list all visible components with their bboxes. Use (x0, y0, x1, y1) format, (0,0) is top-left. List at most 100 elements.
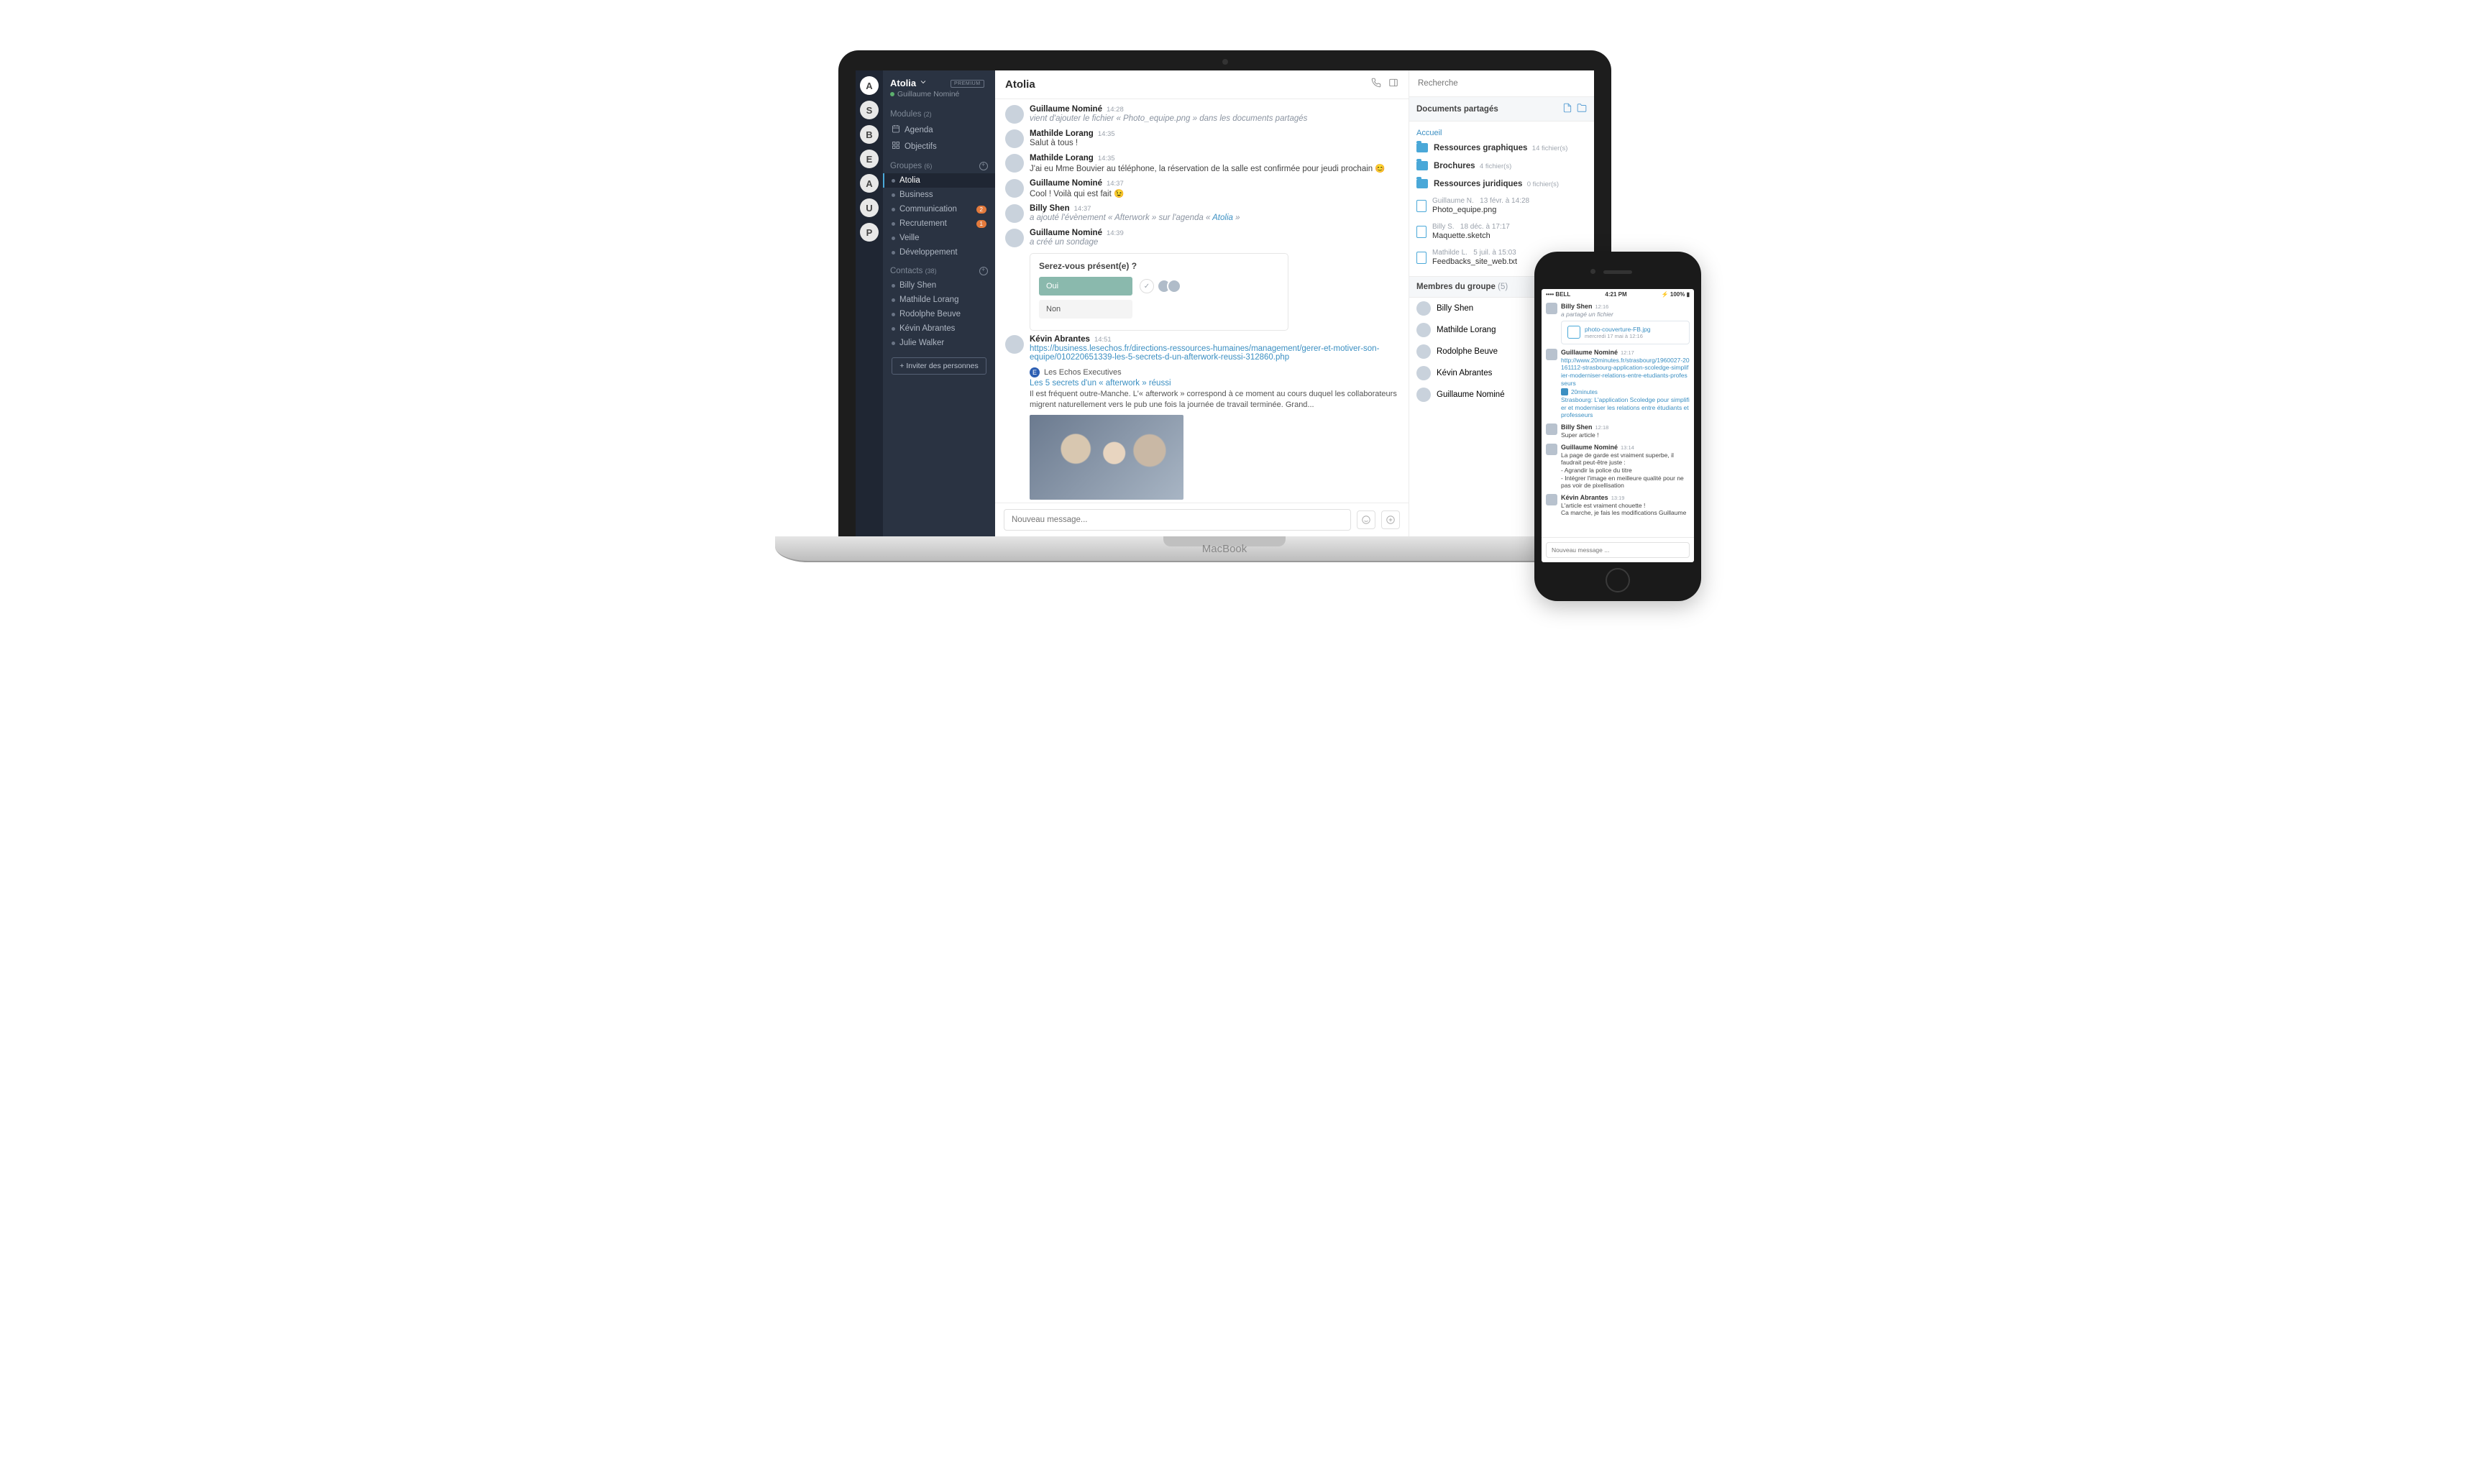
poll-card: Serez-vous présent(e) ?Oui✓Non (1030, 253, 1288, 331)
current-user: Guillaume Nominé (890, 90, 988, 99)
sidebar-group-item[interactable]: Atolia (883, 173, 995, 188)
sidebar-contact-item[interactable]: Kévin Abrantes (883, 321, 995, 336)
workspace-avatar[interactable]: P (860, 223, 879, 242)
macbook-frame: ASBEAUP Atolia Guillaume Nominé PREMIUM … (838, 50, 1611, 562)
chat-message: Mathilde Lorang14:35Salut à tous ! (1005, 129, 1398, 148)
avatar (1005, 154, 1024, 173)
folder-icon (1416, 179, 1428, 188)
message-input[interactable] (1004, 509, 1351, 531)
sidebar-contact-item[interactable]: Rodolphe Beuve (883, 307, 995, 321)
sidebar-contact-item[interactable]: Billy Shen (883, 278, 995, 293)
folder-item[interactable]: Ressources juridiques 0 fichier(s) (1416, 175, 1587, 193)
sidebar-contact-item[interactable]: Mathilde Lorang (883, 293, 995, 307)
avatar (1416, 344, 1431, 359)
file-icon (1416, 226, 1427, 238)
avatar (1546, 303, 1557, 314)
avatar (1005, 179, 1024, 198)
chat-message: Mathilde Lorang14:35J'ai eu Mme Bouvier … (1005, 154, 1398, 173)
workspace-avatar[interactable]: B (860, 125, 879, 144)
folder-item[interactable]: Brochures 4 fichier(s) (1416, 157, 1587, 175)
phone-chat-message: Billy Shen12:18Super article ! (1546, 423, 1690, 439)
link-preview-image (1030, 415, 1183, 500)
file-icon (1416, 200, 1427, 212)
add-contact-icon[interactable] (979, 267, 988, 275)
chat-message: Kévin Abrantes14:51https://business.lese… (1005, 335, 1398, 362)
avatar (1546, 349, 1557, 360)
chat-message: Guillaume Nominé14:28vient d'ajouter le … (1005, 105, 1398, 124)
phone-file-card[interactable]: photo-couverture-FB.jpgmercredi 17 mai à… (1561, 321, 1690, 344)
module-icon (892, 141, 900, 152)
folder-icon (1416, 143, 1428, 152)
chat-message: Guillaume Nominé14:37Cool ! Voilà qui es… (1005, 179, 1398, 198)
add-group-icon[interactable] (979, 162, 988, 170)
sidebar-group-item[interactable]: Développement (883, 245, 995, 260)
sidebar-section-contacts[interactable]: Contacts (38) (883, 260, 995, 278)
sidebar-group-item[interactable]: Business (883, 188, 995, 202)
avatar (1005, 204, 1024, 223)
file-item[interactable]: Guillaume N. 13 févr. à 14:28Photo_equip… (1416, 193, 1587, 219)
poll-option[interactable]: Oui (1039, 277, 1132, 296)
phone-status-bar: •••• BELL 4:21 PM ⚡ 100% ▮ (1542, 289, 1694, 300)
sidebar-group-item[interactable]: Veille (883, 231, 995, 245)
poll-check-icon[interactable]: ✓ (1140, 279, 1154, 293)
macbook-camera (1222, 59, 1228, 65)
link-preview-card[interactable]: ELes Echos ExecutivesLes 5 secrets d'un … (1030, 367, 1398, 500)
channel-link[interactable]: Atolia (1212, 214, 1233, 222)
iphone-frame: •••• BELL 4:21 PM ⚡ 100% ▮ Billy Shen12:… (1534, 252, 1701, 601)
avatar (1416, 301, 1431, 316)
sidebar-module-item[interactable]: Agenda (883, 122, 995, 138)
panel-toggle-icon[interactable] (1388, 78, 1398, 91)
phone-message-input[interactable] (1546, 542, 1690, 558)
shared-url[interactable]: https://business.lesechos.fr/directions-… (1030, 344, 1379, 362)
avatar (1005, 335, 1024, 354)
phone-chat-message: Billy Shen12:16a partagé un fichierphoto… (1546, 303, 1690, 344)
add-file-icon[interactable] (1562, 103, 1572, 115)
channel-title: Atolia (1005, 78, 1035, 91)
file-item[interactable]: Billy S. 18 déc. à 17:17Maquette.sketch (1416, 219, 1587, 244)
workspace-avatar[interactable]: U (860, 198, 879, 217)
phone-chat-message: Kévin Abrantes13:19L'article est vraimen… (1546, 494, 1690, 517)
docs-panel-title: Documents partagés (1409, 97, 1594, 122)
avatar (1005, 129, 1024, 148)
chat-panel: Atolia Guillaume Nominé14:28vient d'ajou… (995, 70, 1409, 536)
iphone-home-button[interactable] (1606, 568, 1630, 592)
unread-badge: 2 (976, 206, 986, 214)
add-folder-icon[interactable] (1577, 103, 1587, 115)
avatar (1546, 444, 1557, 455)
avatar (1546, 423, 1557, 435)
link-source: 20minutes (1561, 388, 1690, 395)
attachment-add-icon[interactable] (1381, 510, 1400, 529)
avatar (1005, 229, 1024, 247)
sidebar-group-item[interactable]: Recrutement1 (883, 216, 995, 231)
avatar (1416, 323, 1431, 337)
avatar (1546, 494, 1557, 505)
link-title[interactable]: Strasbourg: L'application Scoledge pour … (1561, 396, 1690, 419)
avatar (1416, 366, 1431, 380)
shared-url[interactable]: http://www.20minutes.fr/strasbourg/19600… (1561, 357, 1690, 387)
emoji-icon[interactable] (1357, 510, 1375, 529)
voter-avatar (1167, 279, 1181, 293)
call-icon[interactable] (1371, 78, 1381, 91)
workspace-rail: ASBEAUP (856, 70, 883, 536)
poll-option[interactable]: Non (1039, 300, 1132, 319)
file-icon (1567, 326, 1580, 339)
workspace-avatar[interactable]: E (860, 150, 879, 168)
sidebar: Atolia Guillaume Nominé PREMIUM Modules … (883, 70, 995, 536)
sidebar-group-item[interactable]: Communication2 (883, 202, 995, 216)
module-icon (892, 124, 900, 135)
workspace-avatar[interactable]: S (860, 101, 879, 119)
premium-badge: PREMIUM (951, 80, 984, 88)
avatar (1416, 388, 1431, 402)
folder-item[interactable]: Ressources graphiques 14 fichier(s) (1416, 139, 1587, 157)
avatar (1005, 105, 1024, 124)
sidebar-section-groups[interactable]: Groupes (6) (883, 155, 995, 173)
invite-people-button[interactable]: + Inviter des personnes (892, 357, 986, 375)
workspace-avatar[interactable]: A (860, 174, 879, 193)
search-input[interactable] (1416, 76, 1587, 91)
phone-chat-message: Guillaume Nominé13:14La page de garde es… (1546, 444, 1690, 490)
docs-breadcrumb[interactable]: Accueil (1416, 127, 1587, 139)
sidebar-contact-item[interactable]: Julie Walker (883, 336, 995, 350)
sidebar-module-item[interactable]: Objectifs (883, 138, 995, 155)
sidebar-section-modules[interactable]: Modules (2) (883, 103, 995, 122)
workspace-avatar[interactable]: A (860, 76, 879, 95)
